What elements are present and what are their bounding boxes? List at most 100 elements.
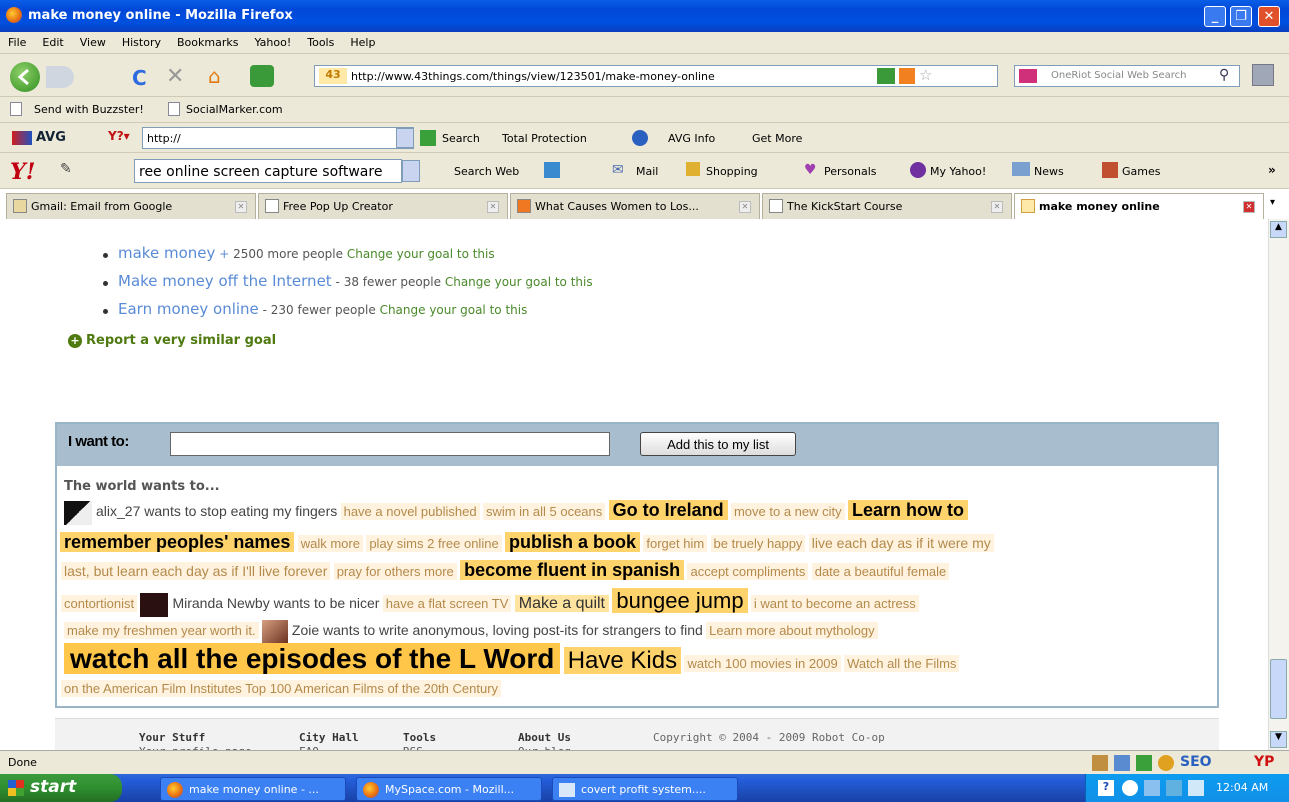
goal-link[interactable]: Earn money online	[118, 300, 259, 318]
yahoo-search-input[interactable]: ree online screen capture software	[134, 159, 402, 183]
tab-close-icon[interactable]: ✕	[487, 201, 499, 213]
goal-tag[interactable]: play sims 2 free online	[366, 535, 502, 552]
goal-tag[interactable]: contortionist	[61, 595, 138, 612]
reload-icon[interactable]: C	[132, 66, 147, 90]
maximize-button[interactable]: ❐	[1230, 6, 1252, 27]
change-goal-link[interactable]: Change your goal to this	[445, 275, 593, 289]
tab-kickstart[interactable]: The KickStart Course ✕	[762, 193, 1012, 219]
person-goal-link[interactable]: alix_27 wants to stop eating my fingers	[96, 503, 337, 519]
goal-tag[interactable]: remember peoples' names	[60, 532, 295, 552]
tray-arrow-icon[interactable]	[1122, 780, 1138, 796]
goal-tag[interactable]: Make a quilt	[514, 595, 609, 612]
menu-help[interactable]: Help	[342, 32, 383, 49]
bookmark-socialmarker[interactable]: SocialMarker.com	[186, 103, 283, 116]
change-goal-link[interactable]: Change your goal to this	[380, 303, 528, 317]
task-myspace[interactable]: MySpace.com - Mozill...	[356, 777, 542, 801]
report-similar-link[interactable]: + Report a very similar goal	[68, 333, 276, 348]
task-covert[interactable]: covert profit system....	[552, 777, 738, 801]
menu-view[interactable]: View	[72, 32, 114, 49]
yahoo-mail[interactable]: Mail	[636, 165, 658, 178]
avatar[interactable]	[140, 592, 169, 617]
menu-history[interactable]: History	[114, 32, 169, 49]
tab-popup[interactable]: Free Pop Up Creator ✕	[258, 193, 508, 219]
shield-icon[interactable]	[1136, 755, 1152, 771]
url-bar[interactable]: 43 http://www.43things.com/things/view/1…	[314, 65, 998, 87]
pen-icon[interactable]	[1188, 780, 1204, 796]
goal-tag[interactable]: pray for others more	[333, 563, 457, 580]
search-icon[interactable]: ⚲	[1219, 67, 1229, 83]
goal-tag[interactable]: watch all the episodes of the L Word	[64, 643, 561, 674]
pencil-icon[interactable]: ✎	[60, 161, 72, 177]
goal-tag[interactable]: swim in all 5 oceans	[482, 503, 606, 520]
tab-list-icon[interactable]: ▾	[1270, 197, 1275, 208]
tab-gmail[interactable]: Gmail: Email from Google ✕	[6, 193, 256, 219]
goal-tag[interactable]: walk more	[297, 535, 363, 552]
person-goal-link[interactable]: Zoie wants to write anonymous, loving po…	[292, 622, 703, 638]
addon-icon[interactable]	[250, 65, 274, 87]
yp-icon[interactable]: YP	[1254, 754, 1274, 770]
goal-tag[interactable]: forget him	[643, 535, 708, 552]
menu-bookmarks[interactable]: Bookmarks	[169, 32, 246, 49]
tab-women[interactable]: What Causes Women to Los... ✕	[510, 193, 760, 219]
scroll-thumb[interactable]	[1270, 659, 1287, 719]
goal-tag[interactable]: Watch all the Films	[844, 655, 960, 672]
avatar[interactable]	[64, 500, 92, 525]
goal-link[interactable]: Make money off the Internet	[118, 272, 332, 290]
goal-tag[interactable]: on the American Film Institutes Top 100 …	[61, 680, 502, 697]
seo-icon[interactable]: SEO	[1180, 754, 1212, 770]
goal-tag[interactable]: have a flat screen TV	[382, 595, 512, 612]
addon-icon[interactable]	[1092, 755, 1108, 771]
yahoo-news[interactable]: News	[1034, 165, 1064, 178]
menu-edit[interactable]: Edit	[34, 32, 71, 49]
dropdown-arrow-icon[interactable]	[396, 128, 414, 148]
avg-url-input[interactable]: http://	[142, 127, 414, 149]
network-icon[interactable]	[1144, 780, 1160, 796]
yahoo-search-web[interactable]: Search Web	[454, 165, 519, 178]
stop-icon[interactable]: ✕	[166, 64, 184, 89]
goal-tag[interactable]: be truely happy	[710, 535, 806, 552]
goal-tag[interactable]: move to a new city	[730, 503, 845, 520]
goal-tag[interactable]: i want to become an actress	[750, 595, 919, 612]
goal-tag[interactable]: bungee jump	[612, 588, 748, 613]
goal-tag[interactable]: make my freshmen year worth it.	[64, 622, 259, 640]
want-input[interactable]	[170, 432, 610, 456]
tab-close-icon[interactable]: ✕	[991, 201, 1003, 213]
menu-tools[interactable]: Tools	[299, 32, 342, 49]
yahoo-shopping[interactable]: Shopping	[706, 165, 758, 178]
search-go-icon[interactable]	[420, 130, 436, 146]
goal-tag[interactable]: Learn more about mythology	[706, 622, 878, 640]
toolbar-overflow-icon[interactable]: »	[1268, 163, 1276, 177]
scroll-up-icon[interactable]: ▲	[1270, 221, 1287, 238]
sidebar-toggle-icon[interactable]	[1252, 64, 1274, 86]
menu-file[interactable]: File	[0, 32, 34, 49]
goal-link[interactable]: make money	[118, 244, 215, 262]
goal-tag[interactable]: last, but learn each day as if I'll live…	[61, 562, 331, 580]
start-button[interactable]: start	[0, 774, 122, 802]
search-box[interactable]: OneRiot Social Web Search ⚲	[1014, 65, 1240, 87]
back-button[interactable]	[10, 62, 40, 92]
dropdown-arrow-icon[interactable]	[402, 160, 420, 182]
minimize-button[interactable]: _	[1204, 6, 1226, 27]
search-engine-icon[interactable]	[1019, 69, 1037, 83]
goal-tag[interactable]: live each day as if it were my	[808, 534, 994, 552]
yahoo-logo-icon[interactable]: Y!	[10, 159, 35, 185]
yahoo-my-yahoo[interactable]: My Yahoo!	[930, 165, 986, 178]
avatar[interactable]	[261, 620, 288, 644]
avg-get-more[interactable]: Get More	[752, 132, 802, 145]
task-firefox[interactable]: make money online - ...	[160, 777, 346, 801]
goal-tag[interactable]: accept compliments	[687, 563, 809, 580]
shield-icon[interactable]	[544, 162, 560, 178]
yahoo-personals[interactable]: Personals	[824, 165, 877, 178]
person-goal-link[interactable]: Miranda Newby wants to be nicer	[172, 595, 379, 611]
close-button[interactable]: ✕	[1258, 6, 1280, 27]
addon-badge-icon[interactable]	[877, 68, 895, 84]
mail-icon[interactable]	[1114, 755, 1130, 771]
monitor-icon[interactable]	[1166, 780, 1182, 796]
home-icon[interactable]: ⌂	[208, 64, 221, 88]
change-goal-link[interactable]: Change your goal to this	[347, 247, 495, 261]
avg-search[interactable]: Search	[442, 132, 480, 145]
bookmark-star-icon[interactable]: ☆	[919, 66, 932, 84]
tab-make-money[interactable]: make money online ✕	[1014, 193, 1264, 219]
tab-close-icon[interactable]: ✕	[739, 201, 751, 213]
avg-info[interactable]: AVG Info	[668, 132, 715, 145]
